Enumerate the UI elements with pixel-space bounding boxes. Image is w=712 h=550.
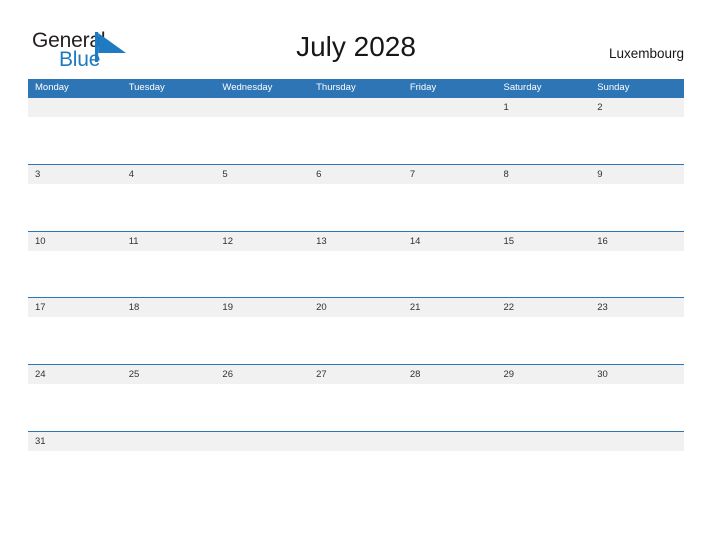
day-cell[interactable]: 9 (590, 165, 684, 184)
week-date-band: 17 18 19 20 21 22 23 (28, 298, 684, 318)
week-note-area[interactable] (28, 250, 684, 297)
weekday-header-wednesday: Wednesday (222, 82, 273, 93)
day-cell[interactable] (309, 98, 403, 117)
day-cell[interactable]: 11 (122, 232, 216, 251)
day-cell[interactable] (309, 432, 403, 451)
day-cell[interactable]: 4 (122, 165, 216, 184)
day-cell[interactable] (122, 432, 216, 451)
weekday-header-thursday: Thursday (316, 82, 356, 93)
weekday-header-sunday: Sunday (597, 82, 630, 93)
day-cell[interactable]: 15 (497, 232, 591, 251)
day-cell[interactable]: 26 (215, 365, 309, 384)
day-cell[interactable]: 10 (28, 232, 122, 251)
day-cell[interactable] (215, 432, 309, 451)
page-title: July 2028 (296, 31, 416, 62)
week-note-area[interactable] (28, 317, 684, 364)
day-cell[interactable]: 13 (309, 232, 403, 251)
day-cell[interactable] (590, 432, 684, 451)
week-row: 17 18 19 20 21 22 23 (28, 297, 684, 364)
day-cell[interactable]: 16 (590, 232, 684, 251)
day-cell[interactable]: 24 (28, 365, 122, 384)
day-cell[interactable]: 3 (28, 165, 122, 184)
week-row: 1 2 (28, 97, 684, 164)
day-cell[interactable]: 12 (215, 232, 309, 251)
week-row: 10 11 12 13 14 15 16 (28, 230, 684, 298)
day-cell[interactable]: 1 (497, 98, 591, 117)
day-cell[interactable]: 7 (403, 165, 497, 184)
week-note-area[interactable] (28, 384, 684, 431)
day-cell[interactable]: 30 (590, 365, 684, 384)
day-cell[interactable]: 5 (215, 165, 309, 184)
day-cell[interactable] (28, 98, 122, 117)
day-cell[interactable]: 22 (497, 298, 591, 317)
weekday-header-saturday: Saturday (503, 82, 542, 93)
day-cell[interactable]: 18 (122, 298, 216, 317)
day-cell[interactable]: 8 (497, 165, 591, 184)
day-cell[interactable] (403, 98, 497, 117)
day-cell[interactable]: 6 (309, 165, 403, 184)
day-cell[interactable]: 19 (215, 298, 309, 317)
calendar-grid: Monday Tuesday Wednesday Thursday Friday… (28, 79, 684, 498)
week-date-band: 10 11 12 13 14 15 16 (28, 231, 684, 251)
locale-label: Luxembourg (608, 46, 684, 61)
week-row: 24 25 26 27 28 29 30 (28, 364, 684, 431)
weekday-header-tuesday: Tuesday (128, 82, 165, 93)
day-cell[interactable]: 27 (309, 365, 403, 384)
week-note-area[interactable] (28, 450, 684, 497)
day-cell[interactable]: 2 (590, 98, 684, 117)
day-cell[interactable]: 29 (497, 365, 591, 384)
weekday-header-monday: Monday (35, 82, 69, 93)
day-cell[interactable]: 20 (309, 298, 403, 317)
day-cell[interactable] (403, 432, 497, 451)
day-cell[interactable]: 25 (122, 365, 216, 384)
page-header: General Blue July 2028 Luxembourg (0, 0, 712, 79)
day-cell[interactable] (497, 432, 591, 451)
day-cell[interactable]: 31 (28, 432, 122, 451)
week-date-band: 1 2 (28, 98, 684, 117)
day-cell[interactable]: 28 (403, 365, 497, 384)
day-cell[interactable]: 23 (590, 298, 684, 317)
day-cell[interactable]: 21 (403, 298, 497, 317)
week-row: 31 (28, 430, 684, 498)
week-date-band: 31 (28, 431, 684, 451)
week-row: 3 4 5 6 7 8 9 (28, 163, 684, 231)
week-note-area[interactable] (28, 183, 684, 230)
day-cell[interactable]: 14 (403, 232, 497, 251)
week-date-band: 3 4 5 6 7 8 9 (28, 164, 684, 184)
week-date-band: 24 25 26 27 28 29 30 (28, 365, 684, 385)
weekday-header-row: Monday Tuesday Wednesday Thursday Friday… (28, 79, 684, 97)
day-cell[interactable]: 17 (28, 298, 122, 317)
weekday-header-friday: Friday (409, 82, 437, 93)
day-cell[interactable] (122, 98, 216, 117)
day-cell[interactable] (215, 98, 309, 117)
week-note-area[interactable] (28, 117, 684, 163)
